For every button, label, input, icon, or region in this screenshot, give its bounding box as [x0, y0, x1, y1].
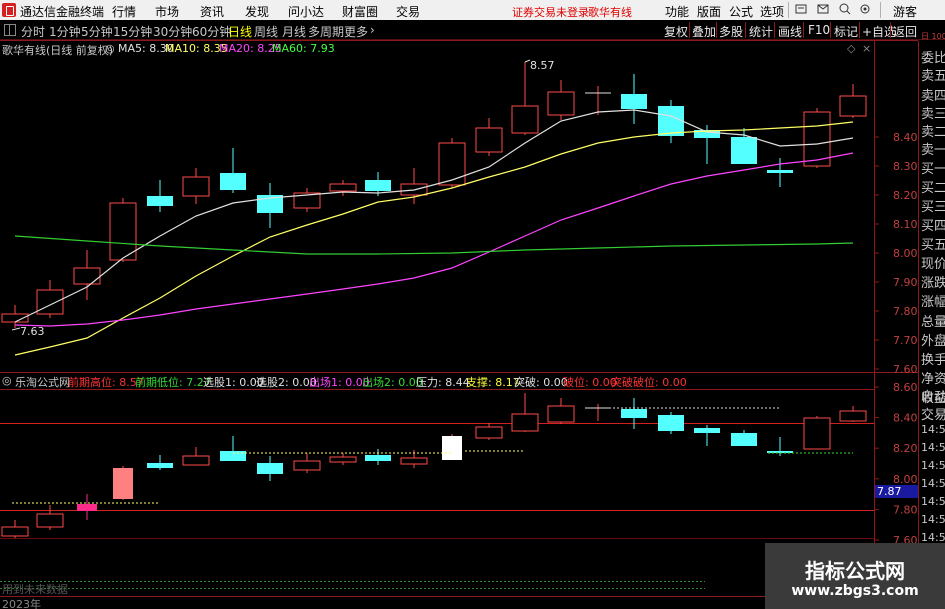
low-annotation: 7.63 [20, 325, 45, 338]
candle-body [438, 142, 466, 186]
quote-field-label: 外盘 [921, 334, 945, 349]
main-y-tick: 8.00 [893, 247, 918, 260]
quote-field-label: 现价 [921, 257, 945, 272]
quote-field-label: 卖三 [921, 107, 945, 122]
quote-field-label: 卖五 [921, 69, 945, 84]
candle-body [109, 202, 137, 261]
candle-body [767, 170, 793, 173]
sub-candle-body [839, 410, 867, 422]
quote-side-panel: 委比 卖五 卖四 卖三 卖二 卖一 买一 买二 买三 买四 买五 现价 涨跌 涨幅 总量 外盘 换手 净资 收益 自动… [918, 32, 945, 609]
sub-candle-body [293, 460, 321, 471]
auto-trade-label: 交易 [921, 408, 945, 423]
sub-candle-body [257, 463, 283, 474]
quote-field-label: 买二 [921, 181, 945, 196]
candle-body [621, 94, 647, 109]
quote-field-label: 总量 [921, 315, 945, 330]
main-y-tick: 8.30 [893, 160, 918, 173]
quote-field-label: 买五 [921, 238, 945, 253]
tick-time-label: 14:56 [921, 459, 945, 472]
sub-candle-body [36, 513, 64, 528]
candle-body [731, 137, 757, 164]
tick-time-label: 14:56 [921, 477, 945, 490]
candle-body [475, 127, 503, 153]
quote-field-label: 卖一 [921, 143, 945, 158]
panel-top-label: 日 1000 [921, 32, 945, 41]
sub-candle-body [547, 405, 575, 423]
sub-y-tick: 8.40 [893, 412, 918, 425]
sub-y-tick: 8.20 [893, 442, 918, 455]
quote-field-label: 买三 [921, 200, 945, 215]
sub-candle-body [803, 417, 831, 450]
candle-body [365, 180, 391, 191]
kline-chart-area[interactable]: 8.40 8.30 8.20 8.10 8.00 7.90 7.80 7.70 7.60 8.6… [0, 0, 945, 609]
main-y-tick: 7.90 [893, 276, 918, 289]
main-y-tick: 8.10 [893, 218, 918, 231]
sub-candle-body [511, 413, 539, 432]
candle-body [839, 95, 867, 117]
quote-field-label: 卖四 [921, 89, 945, 104]
sub-candle-body [694, 428, 720, 433]
main-y-tick: 8.20 [893, 189, 918, 202]
main-y-tick: 7.80 [893, 305, 918, 318]
high-annotation: 8.57 [530, 59, 555, 72]
sub-candle-body [182, 455, 210, 466]
candle-body [182, 176, 210, 197]
ma-line [14, 235, 854, 255]
sub-candle-body [77, 504, 97, 511]
quote-field-label: 买四 [921, 219, 945, 234]
tick-time-label: 14:56 [921, 441, 945, 454]
quote-field-label: 换手 [921, 353, 945, 368]
quote-field-label: 涨跌 [921, 276, 945, 291]
tick-time-label: 14:56 [921, 495, 945, 508]
sub-y-tick: 7.80 [893, 503, 918, 516]
candle-body [73, 267, 101, 285]
tick-time-label: 14:56 [921, 423, 945, 436]
quote-field-label: 委比 [921, 51, 945, 66]
sub-candle-body [475, 426, 503, 439]
candle-body [329, 183, 357, 192]
sub-y-tick: 8.60 [893, 381, 918, 394]
candle-body [147, 196, 173, 206]
tick-time-label: 14:56 [921, 513, 945, 526]
sub-candle-body [329, 456, 357, 463]
auto-trade-label: 自动 [921, 390, 945, 405]
quote-field-label: 涨幅 [921, 295, 945, 310]
sub-candle-body [1, 526, 29, 537]
main-y-tick: 7.60 [893, 363, 918, 376]
candle-body [220, 173, 246, 190]
ma-line [14, 109, 854, 323]
quote-field-label: 净资 [921, 372, 945, 387]
sub-y-tick: 8.00 [893, 473, 918, 486]
sub-candle-body [731, 433, 757, 446]
sub-candle-body [365, 455, 391, 461]
sub-candle-body [400, 457, 428, 465]
sub-candle-body [442, 436, 462, 460]
sub-candle-body [621, 409, 647, 418]
ma-line [14, 121, 854, 356]
current-price-tag: 7.87 [875, 485, 918, 498]
quote-field-label: 卖二 [921, 125, 945, 140]
ma-line [14, 152, 854, 327]
sub-candle-body [658, 415, 684, 431]
main-y-tick: 7.70 [893, 334, 918, 347]
candle-body [36, 289, 64, 315]
candle-body [547, 91, 575, 116]
sub-candle-body [147, 463, 173, 468]
candle-body [658, 106, 684, 136]
low-marker [11, 327, 21, 331]
watermark-url: www.zbgs3.com [791, 583, 919, 599]
quote-field-label: 买一 [921, 162, 945, 177]
site-watermark: 指标公式网 www.zbgs3.com [765, 543, 945, 609]
future-data-note: 用到未来数据 [2, 583, 68, 596]
candle-body [511, 105, 539, 134]
watermark-name: 指标公式网 [805, 559, 905, 583]
main-y-tick: 8.40 [893, 131, 918, 144]
sub-candle-body [113, 468, 133, 499]
year-label: 2023年 [2, 598, 41, 609]
